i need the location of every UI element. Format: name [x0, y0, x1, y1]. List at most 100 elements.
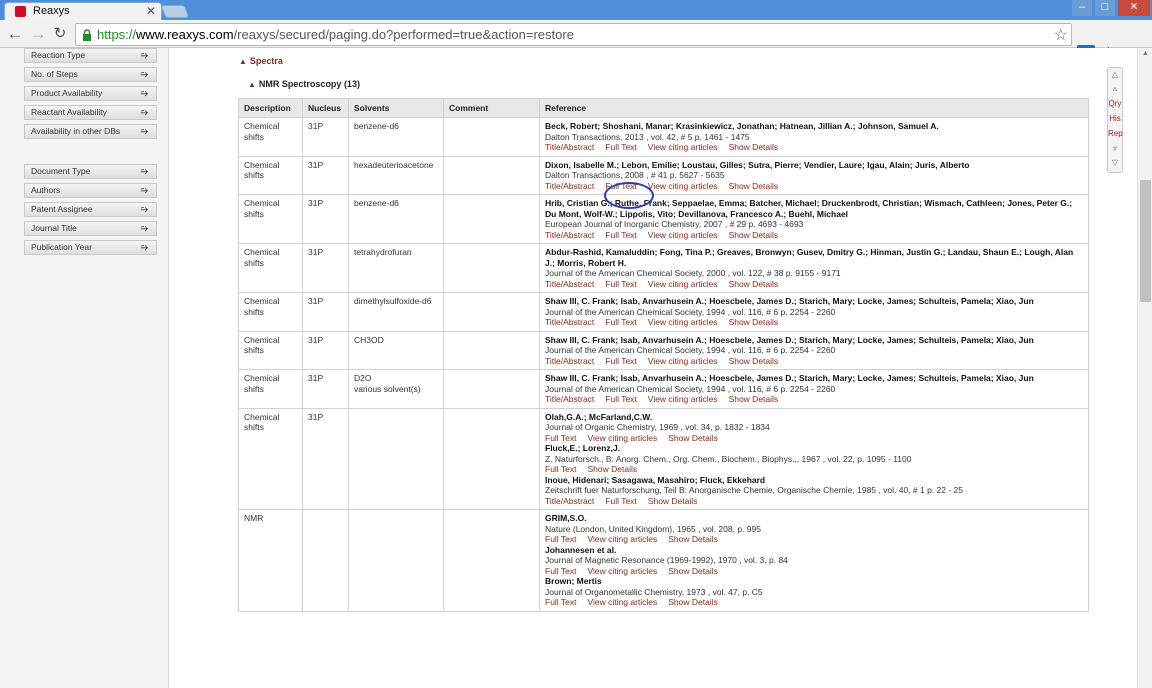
- title-abstract-link[interactable]: Title/Abstract: [545, 496, 594, 506]
- up-arrow-icon[interactable]: ▵: [1109, 84, 1121, 94]
- full-text-link[interactable]: Full Text: [605, 394, 637, 404]
- facet-no-of-steps[interactable]: No. of Steps ⭇: [24, 67, 157, 82]
- show-details-link[interactable]: Show Details: [729, 356, 779, 366]
- full-text-link[interactable]: Full Text: [545, 464, 577, 474]
- back-arrow-icon[interactable]: ←: [4, 23, 26, 45]
- view-citing-articles-link[interactable]: View citing articles: [648, 394, 718, 404]
- address-bar[interactable]: https://www.reaxys.com/reaxys/secured/pa…: [75, 23, 1072, 46]
- full-text-link[interactable]: Full Text: [545, 566, 577, 576]
- cell-reference: Shaw III, C. Frank; Isab, Anvarhusein A.…: [539, 369, 1089, 409]
- show-details-link[interactable]: Show Details: [668, 597, 718, 607]
- full-text-link[interactable]: Full Text: [605, 142, 637, 152]
- cell-nucleus: 31P: [302, 194, 349, 244]
- cell-description: Chemical shifts: [238, 194, 303, 244]
- reference-citation: Z. Naturforsch., B: Anorg. Chem., Org. C…: [545, 453, 912, 464]
- cell-solvents: benzene-d6: [348, 194, 444, 244]
- facet-authors[interactable]: Authors ⭇: [24, 183, 157, 198]
- history-panel-button[interactable]: His: [1108, 114, 1122, 123]
- top-arrow-icon[interactable]: △: [1109, 70, 1121, 80]
- show-details-link[interactable]: Show Details: [729, 317, 779, 327]
- annotation-circle: [604, 182, 654, 209]
- full-text-link[interactable]: Full Text: [545, 597, 577, 607]
- view-citing-articles-link[interactable]: View citing articles: [648, 181, 718, 191]
- report-panel-button[interactable]: Rep: [1108, 129, 1123, 138]
- reference-authors: Inoue, Hidenari; Sasagawa, Masahiro; Flu…: [545, 474, 766, 485]
- view-citing-articles-link[interactable]: View citing articles: [648, 279, 718, 289]
- facet-product-availability[interactable]: Product Availability ⭇: [24, 86, 157, 101]
- reference-authors: Abdur-Rashid, Kamaluddin; Fong, Tina P.;…: [545, 247, 1074, 268]
- full-text-link[interactable]: Full Text: [545, 534, 577, 544]
- tab-close-icon[interactable]: ✕: [146, 4, 156, 18]
- title-abstract-link[interactable]: Title/Abstract: [545, 317, 594, 327]
- view-citing-articles-link[interactable]: View citing articles: [588, 433, 658, 443]
- show-details-link[interactable]: Show Details: [668, 534, 718, 544]
- reference-citation: Dalton Transactions, 2008 , # 41 p. 5627…: [545, 170, 725, 180]
- cell-nucleus: 31P: [302, 407, 349, 510]
- reference-volume: vol. 34, p. 1832 - 1834: [685, 422, 770, 432]
- expand-chevron-icon: ⭇: [140, 107, 148, 117]
- section-spectra[interactable]: ▲ Spectra: [239, 56, 283, 66]
- reload-icon[interactable]: ↻: [49, 23, 71, 45]
- window-maximize-button[interactable]: □: [1095, 0, 1115, 16]
- view-citing-articles-link[interactable]: View citing articles: [588, 597, 658, 607]
- scrollbar-thumb[interactable]: [1140, 180, 1151, 302]
- show-details-link[interactable]: Show Details: [729, 394, 779, 404]
- view-citing-articles-link[interactable]: View citing articles: [648, 317, 718, 327]
- full-text-link[interactable]: Full Text: [605, 356, 637, 366]
- view-citing-articles-link[interactable]: View citing articles: [588, 534, 658, 544]
- full-text-link[interactable]: Full Text: [605, 279, 637, 289]
- show-details-link[interactable]: Show Details: [729, 230, 779, 240]
- title-abstract-link[interactable]: Title/Abstract: [545, 394, 594, 404]
- subsection-nmr[interactable]: ▲ NMR Spectroscopy (13): [248, 79, 360, 89]
- table-header: Description Nucleus Solvents Comment Ref…: [238, 98, 1089, 118]
- facet-publication-year[interactable]: Publication Year ⭇: [24, 240, 157, 255]
- facet-availability-in-other-dbs[interactable]: Availability in other DBs ⭇: [24, 124, 157, 139]
- show-details-link[interactable]: Show Details: [668, 433, 718, 443]
- scroll-up-icon[interactable]: ▲: [1140, 50, 1151, 61]
- col-header-description: Description: [238, 98, 303, 118]
- col-header-solvents: Solvents: [348, 98, 444, 118]
- title-abstract-link[interactable]: Title/Abstract: [545, 279, 594, 289]
- reference-citation: Dalton Transactions, 2013 , vol. 42, # 5…: [545, 131, 750, 142]
- facet-document-type[interactable]: Document Type ⭇: [24, 164, 157, 179]
- reference-authors: Dixon, Isabelle M.; Lebon, Emilie; Loust…: [545, 159, 970, 170]
- window-minimize-button[interactable]: –: [1072, 0, 1092, 16]
- bottom-arrow-icon[interactable]: ▽: [1109, 158, 1121, 168]
- title-abstract-link[interactable]: Title/Abstract: [545, 356, 594, 366]
- forward-arrow-icon[interactable]: →: [27, 23, 49, 45]
- facet-reactant-availability[interactable]: Reactant Availability ⭇: [24, 105, 157, 120]
- full-text-link[interactable]: Full Text: [605, 317, 637, 327]
- show-details-link[interactable]: Show Details: [588, 464, 638, 474]
- view-citing-articles-link[interactable]: View citing articles: [648, 142, 718, 152]
- bookmark-star-icon[interactable]: ☆: [1054, 25, 1068, 45]
- show-details-link[interactable]: Show Details: [668, 566, 718, 576]
- title-abstract-link[interactable]: Title/Abstract: [545, 230, 594, 240]
- title-abstract-link[interactable]: Title/Abstract: [545, 181, 594, 191]
- show-details-link[interactable]: Show Details: [729, 181, 779, 191]
- cell-solvents: hexadeuterioacetone: [348, 155, 444, 195]
- cell-comment: [443, 407, 540, 510]
- full-text-link[interactable]: Full Text: [545, 433, 577, 443]
- browser-tab[interactable]: Reaxys ✕: [4, 2, 162, 20]
- facet-reaction-type[interactable]: Reaction Type ⭇: [24, 48, 157, 63]
- view-citing-articles-link[interactable]: View citing articles: [588, 566, 658, 576]
- facet-patent-assignee[interactable]: Patent Assignee ⭇: [24, 202, 157, 217]
- full-text-link[interactable]: Full Text: [605, 230, 637, 240]
- full-text-link[interactable]: Full Text: [605, 496, 637, 506]
- query-panel-button[interactable]: Qry: [1108, 99, 1122, 108]
- view-citing-articles-link[interactable]: View citing articles: [648, 356, 718, 366]
- show-details-link[interactable]: Show Details: [648, 496, 698, 506]
- facet-label: Journal Title: [31, 223, 77, 233]
- window-close-button[interactable]: ✕: [1118, 0, 1150, 16]
- show-details-link[interactable]: Show Details: [729, 142, 779, 152]
- expand-chevron-icon: ⭇: [140, 126, 148, 136]
- nmr-table-body: Chemical shifts 31P benzene-d6 Beck, Robert…: [238, 117, 1089, 612]
- facet-journal-title[interactable]: Journal Title ⭇: [24, 221, 157, 236]
- vertical-scrollbar[interactable]: ▲: [1137, 48, 1152, 688]
- view-citing-articles-link[interactable]: View citing articles: [648, 230, 718, 240]
- title-abstract-link[interactable]: Title/Abstract: [545, 142, 594, 152]
- down-arrow-icon[interactable]: ▿: [1109, 144, 1121, 154]
- reference-authors: Beck, Robert; Shoshani, Manar; Krasinkie…: [545, 121, 939, 131]
- new-tab-button[interactable]: [160, 5, 190, 18]
- show-details-link[interactable]: Show Details: [729, 279, 779, 289]
